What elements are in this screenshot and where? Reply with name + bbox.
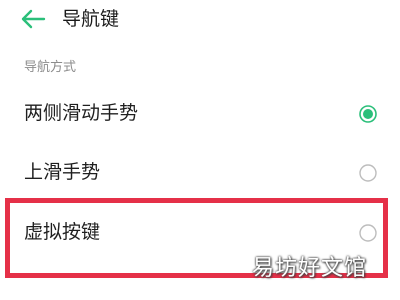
section-header: 导航方式 — [24, 60, 77, 75]
back-arrow-icon — [21, 9, 46, 29]
option-row-swipe-up[interactable]: 上滑手势 — [0, 145, 400, 201]
header-bar: 导航键 — [0, 0, 400, 40]
back-button[interactable] — [20, 8, 46, 30]
radio-unselected-icon[interactable] — [359, 164, 377, 182]
radio-unselected-icon[interactable] — [359, 224, 377, 242]
option-row-two-side-swipe[interactable]: 两侧滑动手势 — [0, 86, 400, 142]
radio-selected-icon[interactable] — [359, 105, 377, 123]
option-label: 虚拟按键 — [24, 221, 101, 243]
option-label: 两侧滑动手势 — [24, 102, 139, 124]
option-row-virtual-keys[interactable]: 虚拟按键 — [0, 205, 400, 261]
watermark-text: 易坊好文馆 — [252, 256, 368, 281]
page-title: 导航键 — [62, 8, 120, 30]
option-label: 上滑手势 — [24, 161, 101, 183]
settings-page: 导航键 导航方式 两侧滑动手势 上滑手势 虚拟按键 易坊好文馆 — [0, 0, 400, 300]
